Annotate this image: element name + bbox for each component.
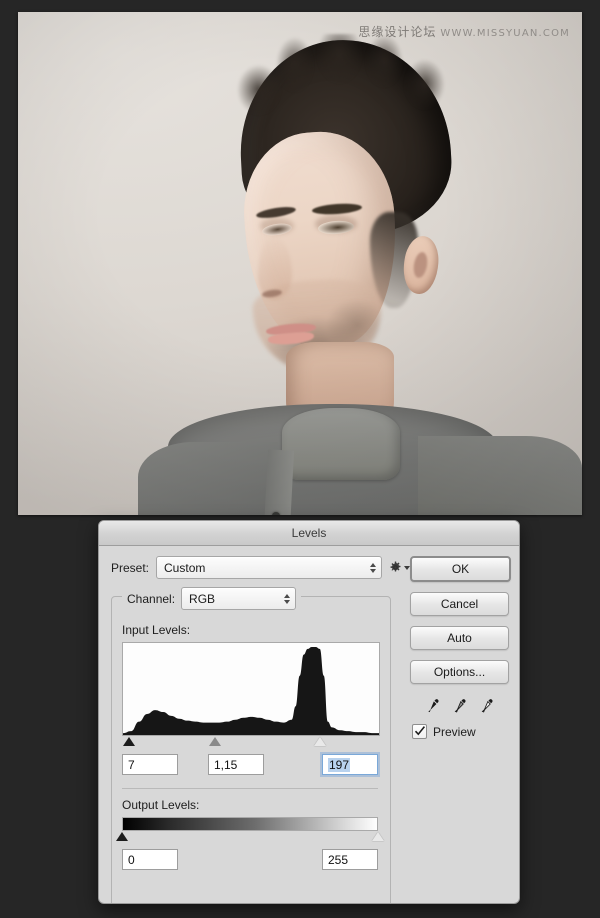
preview-label: Preview [433, 724, 476, 739]
preset-value: Custom [164, 560, 206, 575]
input-levels-fields: 7 1,15 197 [122, 754, 380, 776]
photo-vignette [18, 12, 582, 515]
output-levels-control: 0 255 [116, 817, 384, 871]
auto-button[interactable]: Auto [410, 626, 509, 650]
channel-select[interactable]: RGB [181, 587, 297, 610]
input-highlight-slider[interactable] [313, 737, 326, 746]
set-black-point-eyedropper[interactable] [425, 698, 440, 714]
watermark: 思缘设计论坛 WWW.MISSYUAN.COM [358, 23, 570, 40]
input-shadow-field[interactable]: 7 [122, 754, 178, 775]
output-black-field[interactable]: 0 [122, 849, 178, 870]
preset-select[interactable]: Custom [156, 556, 383, 579]
preview-row[interactable]: Preview [412, 724, 507, 739]
input-highlight-value: 197 [328, 757, 351, 772]
dialog-body: Preset: Custom OK Cancel Auto Options...… [99, 546, 519, 903]
input-midtone-field[interactable]: 1,15 [208, 754, 264, 775]
output-black-slider[interactable] [116, 832, 128, 841]
input-shadow-slider[interactable] [123, 737, 136, 746]
output-gradient-bar [122, 817, 378, 831]
options-button[interactable]: Options... [410, 660, 509, 684]
levels-group-box: Channel: RGB Input Levels: 7 1,15 197 Ou… [111, 587, 391, 903]
set-white-point-eyedropper[interactable] [479, 698, 494, 714]
watermark-url: WWW.MISSYUAN.COM [440, 28, 570, 39]
group-inner: Input Levels: 7 1,15 197 Output Levels: … [112, 597, 390, 881]
levels-dialog: Levels Preset: Custom OK Cancel Auto Opt… [98, 520, 520, 904]
output-slider-track [116, 832, 384, 845]
histogram-plot [123, 647, 379, 735]
input-midtone-slider[interactable] [208, 737, 221, 746]
gear-icon [389, 561, 402, 574]
output-levels-fields: 0 255 [122, 849, 380, 871]
chevron-updown-icon [370, 562, 377, 573]
chevron-updown-icon [284, 593, 291, 604]
dialog-titlebar[interactable]: Levels [99, 521, 519, 546]
preview-checkbox[interactable] [412, 724, 427, 739]
cancel-button[interactable]: Cancel [410, 592, 509, 616]
set-gray-point-eyedropper[interactable] [452, 698, 467, 714]
channel-value: RGB [189, 591, 216, 606]
channel-row: Channel: RGB [122, 587, 302, 610]
dialog-title: Levels [291, 526, 327, 540]
checkmark-icon [414, 726, 426, 736]
photo-canvas: 思缘设计论坛 WWW.MISSYUAN.COM [18, 12, 582, 515]
input-levels-label: Input Levels: [122, 623, 191, 637]
eyedropper-group [412, 698, 507, 714]
preset-options-menu-button[interactable] [389, 561, 411, 574]
ok-button[interactable]: OK [410, 556, 511, 582]
input-slider-track [122, 737, 380, 750]
histogram [122, 642, 380, 736]
preset-label: Preset: [111, 560, 150, 575]
watermark-site-name: 思缘设计论坛 [358, 25, 437, 39]
channel-label: Channel: [127, 591, 176, 606]
input-highlight-field[interactable]: 197 [322, 754, 378, 775]
input-levels-control: 7 1,15 197 [122, 642, 380, 776]
output-levels-label: Output Levels: [122, 798, 200, 812]
dialog-button-column: OK Cancel Auto Options... Preview [410, 556, 511, 739]
output-white-slider[interactable] [372, 832, 384, 841]
section-divider [122, 788, 378, 789]
output-white-field[interactable]: 255 [322, 849, 378, 870]
